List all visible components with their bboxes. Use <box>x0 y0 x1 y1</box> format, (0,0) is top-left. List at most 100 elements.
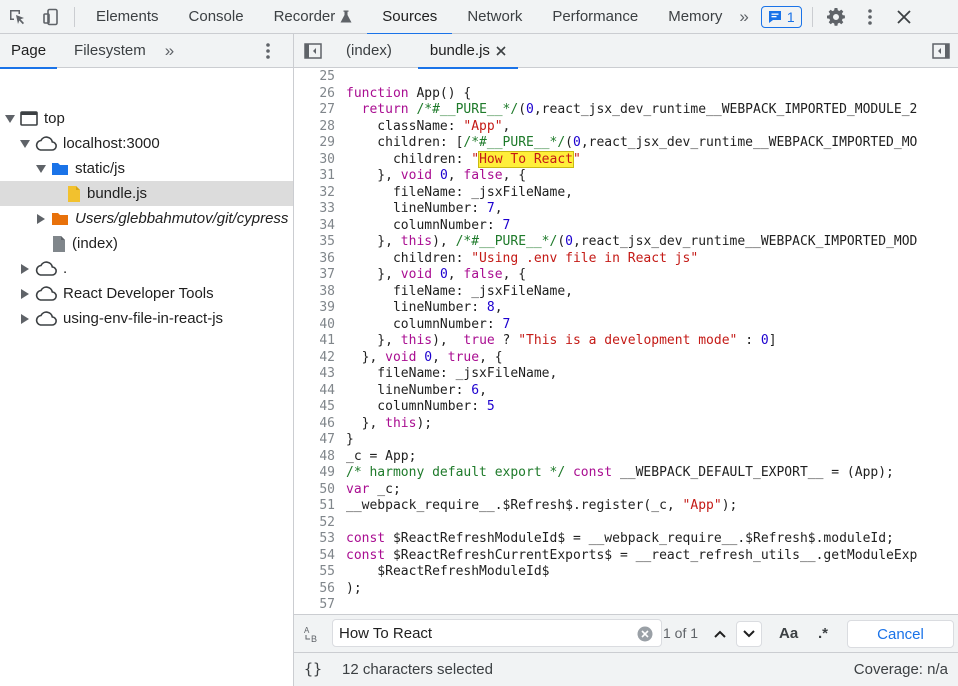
tree-item-filesystem-folder[interactable]: Users/glebbahmutov/git/cypress <box>0 206 293 231</box>
regex-button[interactable]: .* <box>818 625 828 642</box>
find-input[interactable]: How To React 1 of 1 <box>332 619 698 647</box>
code-line: 39 lineNumber: 8, <box>319 300 503 315</box>
tab-filesystem[interactable]: Filesystem <box>63 34 157 68</box>
coverage-status: Coverage: n/a <box>853 661 948 678</box>
pretty-print-button[interactable]: {} <box>304 660 322 678</box>
editor-tab-bundle-js[interactable]: bundle.js <box>417 34 518 69</box>
find-query: How To React <box>339 624 433 642</box>
frame-icon <box>20 111 38 126</box>
selection-status: 12 characters selected <box>342 661 493 678</box>
editor-panel: (index) bundle.js 25 26 function App() { … <box>294 34 958 686</box>
expanded-arrow-icon[interactable] <box>36 164 46 174</box>
previous-match-button[interactable] <box>708 621 732 647</box>
issues-badge[interactable]: 1 <box>760 5 802 28</box>
replace-toggle-icon[interactable]: AB <box>304 625 322 643</box>
tab-performance[interactable]: Performance <box>537 0 653 34</box>
code-line: 56); <box>319 580 362 596</box>
editor-tab-label: (index) <box>346 42 392 59</box>
code-line: 31 }, void 0, false, { <box>319 168 527 183</box>
tab-label: Sources <box>382 8 438 25</box>
tab-elements[interactable]: Elements <box>81 0 174 34</box>
code-line: 33 lineNumber: 7, <box>319 201 503 216</box>
code-line: 46 }, this); <box>319 415 433 431</box>
search-match-highlight: How To React <box>478 150 574 168</box>
code-editor[interactable]: 25 26 function App() { 27 return /*#__PUR… <box>294 69 958 614</box>
navigator-panel: Page Filesystem » top localhost:3000 sta… <box>0 34 294 686</box>
toolbar-divider <box>811 6 813 27</box>
code-line: 34 columnNumber: 7 <box>319 217 511 233</box>
editor-status-bar: {} 12 characters selected Coverage: n/a <box>294 652 958 686</box>
code-line: 27 return /*#__PURE__*/(0,react_jsx_dev_… <box>319 102 918 117</box>
tree-item-react-devtools[interactable]: React Developer Tools <box>0 281 293 306</box>
more-options-icon[interactable] <box>853 0 887 34</box>
tab-sources[interactable]: Sources <box>367 0 453 35</box>
tab-recorder[interactable]: Recorder <box>259 0 368 34</box>
code-line: 50 var _c; <box>319 481 401 497</box>
code-line: 36 children: "Using .env file in React j… <box>319 250 699 266</box>
navigator-menu-icon[interactable] <box>266 43 270 59</box>
device-toolbar-icon[interactable] <box>34 0 68 34</box>
match-case-button[interactable]: Aa <box>779 625 798 642</box>
document-file-icon <box>52 235 66 253</box>
code-line: 45 columnNumber: 5 <box>319 399 495 414</box>
tree-item-static-js[interactable]: static/js <box>0 156 293 181</box>
tab-label: Recorder <box>273 8 336 25</box>
inspect-element-icon[interactable] <box>0 0 34 34</box>
tab-label: Memory <box>668 8 723 25</box>
more-navigator-tabs-button[interactable]: » <box>157 41 174 61</box>
cloud-icon <box>35 311 57 326</box>
close-devtools-icon[interactable] <box>887 0 921 34</box>
tree-item-top[interactable]: top <box>0 106 293 131</box>
clear-search-icon[interactable] <box>637 626 653 642</box>
tab-label: Page <box>11 42 47 59</box>
settings-gear-icon[interactable] <box>819 0 853 34</box>
tab-label: Network <box>467 8 523 25</box>
tab-page[interactable]: Page <box>0 34 58 69</box>
code-line: 44 lineNumber: 6, <box>319 382 487 398</box>
tab-console[interactable]: Console <box>174 0 259 34</box>
editor-tabbar: (index) bundle.js <box>294 34 958 69</box>
code-line: 47} <box>319 432 354 447</box>
code-line: 42 }, void 0, true, { <box>319 349 503 365</box>
code-line: 28 className: "App", <box>319 118 511 134</box>
toggle-debugger-icon[interactable] <box>932 43 950 59</box>
close-tab-icon[interactable] <box>496 45 506 56</box>
tab-memory[interactable]: Memory <box>653 0 737 34</box>
cloud-icon <box>35 136 57 151</box>
collapsed-arrow-icon[interactable] <box>20 288 30 299</box>
code-line: 57 <box>319 597 335 612</box>
code-line: 41 }, this), true ? "This is a developme… <box>319 333 777 348</box>
cancel-search-button[interactable]: Cancel <box>847 620 954 648</box>
folder-icon <box>51 211 69 226</box>
tree-item-using-env-file[interactable]: using-env-file-in-react-js <box>0 306 293 331</box>
tab-label: Console <box>188 8 244 25</box>
tab-label: Performance <box>552 8 639 25</box>
editor-tab-index[interactable]: (index) <box>334 34 404 68</box>
tree-item-label: using-env-file-in-react-js <box>63 310 224 327</box>
expanded-arrow-icon[interactable] <box>20 139 30 149</box>
code-line: 43 fileName: _jsxFileName, <box>319 366 558 381</box>
tree-item-localhost[interactable]: localhost:3000 <box>0 131 293 156</box>
expanded-arrow-icon[interactable] <box>5 114 15 124</box>
toggle-navigator-icon[interactable] <box>294 34 332 68</box>
tab-network[interactable]: Network <box>452 0 537 34</box>
collapsed-arrow-icon[interactable] <box>20 313 30 324</box>
collapsed-arrow-icon[interactable] <box>36 213 46 224</box>
issues-count: 1 <box>786 8 795 25</box>
tree-item-label: bundle.js <box>87 185 148 202</box>
navigator-tabbar: Page Filesystem » <box>0 34 293 69</box>
script-file-icon <box>67 185 81 203</box>
code-line: 55 $ReactRefreshModuleId$ <box>319 564 550 579</box>
next-match-button[interactable] <box>736 621 762 647</box>
code-line: 51 __webpack_require__.$Refresh$.register… <box>319 498 738 513</box>
code-line: 32 fileName: _jsxFileName, <box>319 184 573 200</box>
tree-item-bundle-js[interactable]: bundle.js <box>0 181 293 206</box>
tab-label: Filesystem <box>74 42 146 59</box>
tree-item-label: localhost:3000 <box>63 135 160 152</box>
more-tabs-button[interactable]: » <box>737 7 756 27</box>
tree-item-index[interactable]: (index) <box>0 231 293 256</box>
code-line: 48 _c = App; <box>319 448 417 464</box>
tree-item-dot[interactable]: . <box>0 256 293 281</box>
code-line: 54 const $ReactRefreshCurrentExports$ = _… <box>319 547 918 563</box>
collapsed-arrow-icon[interactable] <box>20 263 30 274</box>
